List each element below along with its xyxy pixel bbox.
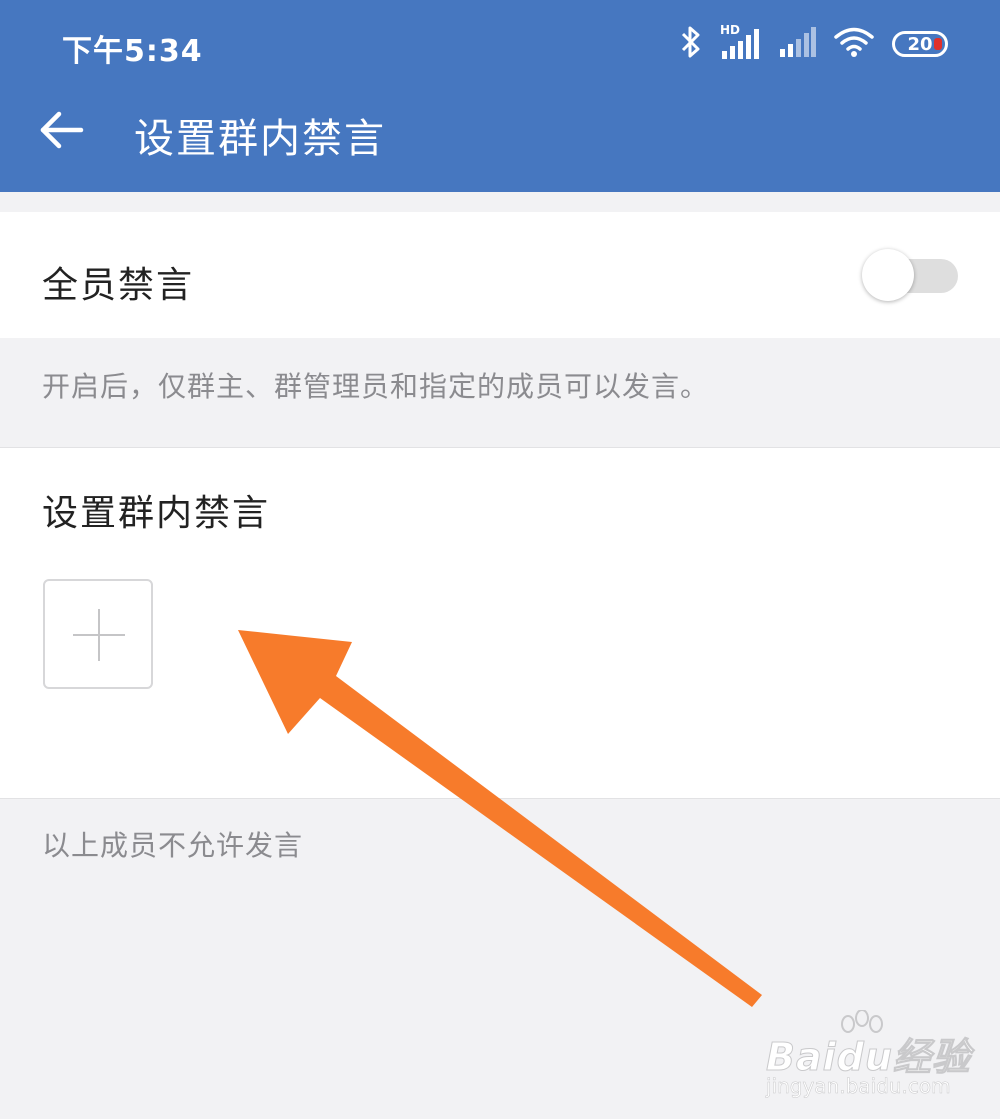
toggle-knob — [862, 249, 914, 301]
group-mute-label: 设置群内禁言 — [42, 493, 271, 534]
mute-all-toggle[interactable] — [862, 249, 958, 301]
mute-all-label: 全员禁言 — [42, 265, 195, 306]
wifi-icon — [834, 26, 874, 62]
watermark-brand: Baidu经验 — [766, 1035, 971, 1080]
section-divider-bottom — [0, 798, 1000, 799]
battery-icon: 20 — [892, 31, 948, 57]
battery-level: 20 — [907, 33, 933, 55]
group-mute-footer-note: 以上成员不允许发言 — [42, 829, 304, 862]
battery-low-indicator — [934, 38, 942, 50]
bluetooth-icon — [680, 25, 702, 63]
app-header: 下午5:34 HD 20 设置群内禁言 — [0, 0, 1000, 192]
back-arrow-icon — [39, 110, 85, 154]
back-button[interactable] — [38, 108, 86, 156]
status-time: 下午5:34 — [62, 34, 203, 69]
signal-2-icon — [778, 25, 816, 63]
status-icons: HD 20 — [680, 23, 948, 64]
add-member-button[interactable] — [43, 579, 153, 689]
signal-icon: HD — [720, 23, 760, 61]
mute-all-row: 全员禁言 — [0, 212, 1000, 338]
watermark-url: jingyan.baidu.com — [766, 1074, 951, 1099]
page-title: 设置群内禁言 — [134, 116, 386, 162]
baidu-watermark: Baidu经验 jingyan.baidu.com — [766, 1010, 986, 1100]
mute-all-hint: 开启后，仅群主、群管理员和指定的成员可以发言。 — [42, 370, 710, 403]
